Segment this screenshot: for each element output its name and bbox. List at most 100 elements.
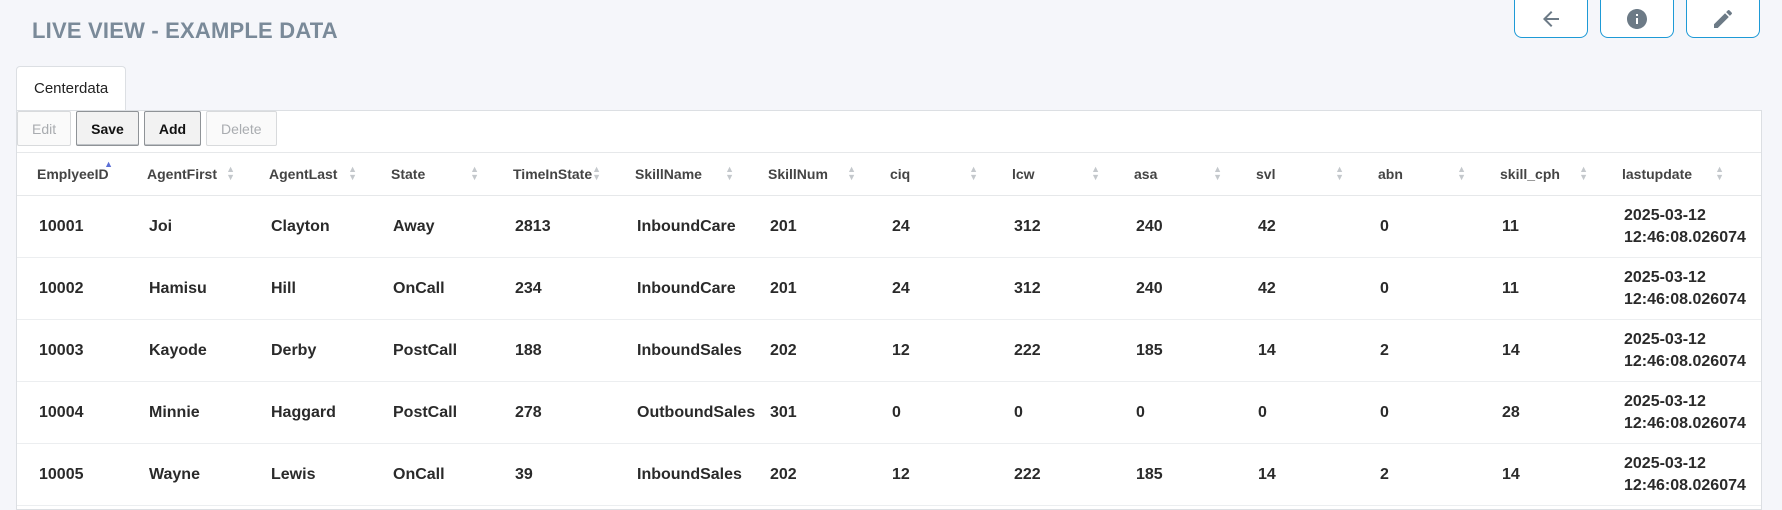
add-button[interactable]: Add (143, 111, 202, 146)
cell-abn: 2 (1380, 341, 1389, 359)
cell-emplyeeid: 10005 (39, 465, 84, 483)
column-header-label: AgentLast (269, 166, 338, 182)
cell-skillname: InboundSales (637, 465, 742, 483)
cell-agentlast: Lewis (271, 465, 316, 483)
cell-agentfirst: Wayne (149, 465, 200, 483)
data-panel: Edit Save Add Delete EmplyeeID ▲ AgentFirs… (16, 110, 1762, 510)
column-header-agentlast[interactable]: AgentLast ▲ ▼ (249, 165, 371, 183)
cell-lcw: 222 (1014, 465, 1041, 483)
cell-skillnum: 202 (770, 341, 797, 359)
cell-abn: 0 (1380, 403, 1389, 421)
sort-indicator-icon[interactable]: ▲ ▼ (1715, 165, 1724, 182)
cell-skill_cph: 28 (1502, 403, 1520, 421)
column-header-state[interactable]: State ▲ ▼ (371, 165, 493, 183)
sort-indicator-icon[interactable]: ▲ ▼ (969, 165, 978, 182)
table-row[interactable]: 10001 Joi Clayton Away 2813 InboundCare 201 24 3… (17, 196, 1761, 258)
cell-skill_cph: 14 (1502, 341, 1520, 359)
sort-indicator-icon[interactable]: ▲ ▼ (470, 165, 479, 182)
table-row[interactable]: 10003 Kayode Derby PostCall 188 InboundSales 2… (17, 320, 1761, 382)
cell-svl: 42 (1258, 217, 1276, 235)
sort-indicator-icon[interactable]: ▲ ▼ (348, 165, 357, 182)
sort-indicator-icon[interactable]: ▲ (104, 160, 113, 169)
column-header-skill_cph[interactable]: skill_cph ▲ ▼ (1480, 165, 1602, 183)
sort-indicator-icon[interactable]: ▲ ▼ (847, 165, 856, 182)
column-header-label: SkillName (635, 166, 702, 182)
cell-ciq: 12 (892, 341, 910, 359)
save-button[interactable]: Save (76, 111, 139, 146)
cell-emplyeeid: 10004 (39, 403, 84, 421)
sort-indicator-icon[interactable]: ▲ ▼ (226, 165, 235, 182)
cell-abn: 0 (1380, 279, 1389, 297)
column-header-label: asa (1134, 166, 1158, 182)
column-header-agentfirst[interactable]: AgentFirst ▲ ▼ (127, 165, 249, 183)
cell-lcw: 312 (1014, 279, 1041, 297)
back-button[interactable] (1514, 0, 1588, 38)
cell-lcw: 312 (1014, 217, 1041, 235)
cell-skillnum: 202 (770, 465, 797, 483)
cell-asa: 0 (1136, 403, 1145, 421)
sort-indicator-icon[interactable]: ▲ ▼ (1457, 165, 1466, 182)
grid-header: EmplyeeID ▲ AgentFirst ▲ ▼ AgentLast ▲ ▼ State ▲ ▼… (17, 152, 1761, 196)
sort-indicator-icon[interactable]: ▲ ▼ (1213, 165, 1222, 182)
sort-indicator-icon[interactable]: ▲ ▼ (725, 165, 734, 182)
column-header-asa[interactable]: asa ▲ ▼ (1114, 165, 1236, 183)
cell-state: OnCall (393, 465, 445, 483)
table-row[interactable]: 10004 Minnie Haggard PostCall 278 OutboundSal… (17, 382, 1761, 444)
table-row[interactable]: 10005 Wayne Lewis OnCall 39 InboundSales 202 12… (17, 444, 1761, 506)
cell-timeinstate: 2813 (515, 217, 551, 235)
cell-lastupdate: 2025-03-12 12:46:08.026074 (1624, 268, 1746, 308)
column-header-skillnum[interactable]: SkillNum ▲ ▼ (748, 165, 870, 183)
cell-lastupdate: 2025-03-12 12:46:08.026074 (1624, 330, 1746, 370)
column-header-timeinstate[interactable]: TimeInState ▲ ▼ (493, 165, 615, 183)
cell-lastupdate: 2025-03-12 12:46:08.026074 (1624, 454, 1746, 494)
page-title: LIVE VIEW - EXAMPLE DATA (32, 18, 338, 43)
cell-emplyeeid: 10002 (39, 279, 84, 297)
column-header-ciq[interactable]: ciq ▲ ▼ (870, 165, 992, 183)
column-header-emplyeeid[interactable]: EmplyeeID ▲ (17, 160, 127, 183)
cell-svl: 42 (1258, 279, 1276, 297)
edit-button[interactable] (1686, 0, 1760, 38)
column-header-label: abn (1378, 166, 1403, 182)
column-header-label: TimeInState (513, 166, 593, 182)
cell-agentlast: Hill (271, 279, 296, 297)
sort-indicator-icon[interactable]: ▲ ▼ (1091, 165, 1100, 182)
column-header-label: skill_cph (1500, 166, 1560, 182)
cell-timeinstate: 278 (515, 403, 542, 421)
cell-agentfirst: Minnie (149, 403, 200, 421)
cell-agentfirst: Joi (149, 217, 173, 235)
cell-ciq: 24 (892, 279, 910, 297)
sort-indicator-icon[interactable]: ▲ ▼ (1335, 165, 1344, 182)
cell-lcw: 222 (1014, 341, 1041, 359)
column-header-label: lcw (1012, 166, 1035, 182)
cell-skill_cph: 11 (1502, 217, 1519, 235)
cell-lastupdate: 2025-03-12 12:46:08.026074 (1624, 392, 1746, 432)
column-header-svl[interactable]: svl ▲ ▼ (1236, 165, 1358, 183)
column-header-label: State (391, 166, 426, 182)
column-header-lcw[interactable]: lcw ▲ ▼ (992, 165, 1114, 183)
data-grid: EmplyeeID ▲ AgentFirst ▲ ▼ AgentLast ▲ ▼ State ▲ ▼… (17, 152, 1761, 506)
cell-lcw: 0 (1014, 403, 1023, 421)
grid-body: 10001 Joi Clayton Away 2813 InboundCare 201 24 3… (17, 196, 1761, 506)
edit-row-button[interactable]: Edit (17, 111, 72, 146)
tab-centerdata[interactable]: Centerdata (16, 66, 127, 110)
sort-indicator-icon[interactable]: ▲ ▼ (592, 165, 601, 182)
cell-timeinstate: 39 (515, 465, 533, 483)
table-row[interactable]: 10002 Hamisu Hill OnCall 234 InboundCare 201 24… (17, 258, 1761, 320)
cell-agentfirst: Kayode (149, 341, 207, 359)
cell-state: PostCall (393, 341, 458, 359)
column-header-skillname[interactable]: SkillName ▲ ▼ (615, 165, 748, 183)
info-button[interactable] (1600, 0, 1674, 38)
cell-asa: 240 (1136, 217, 1163, 235)
top-actions (1514, 0, 1760, 38)
cell-skill_cph: 11 (1502, 279, 1519, 297)
cell-agentfirst: Hamisu (149, 279, 207, 297)
delete-button[interactable]: Delete (206, 111, 277, 146)
cell-timeinstate: 234 (515, 279, 542, 297)
cell-skillnum: 201 (770, 217, 797, 235)
sort-indicator-icon[interactable]: ▲ ▼ (1579, 165, 1588, 182)
grid-toolbar: Edit Save Add Delete (17, 111, 277, 153)
column-header-lastupdate[interactable]: lastupdate ▲ ▼ (1602, 165, 1738, 183)
column-header-label: svl (1256, 166, 1276, 182)
cell-ciq: 24 (892, 217, 910, 235)
column-header-abn[interactable]: abn ▲ ▼ (1358, 165, 1480, 183)
